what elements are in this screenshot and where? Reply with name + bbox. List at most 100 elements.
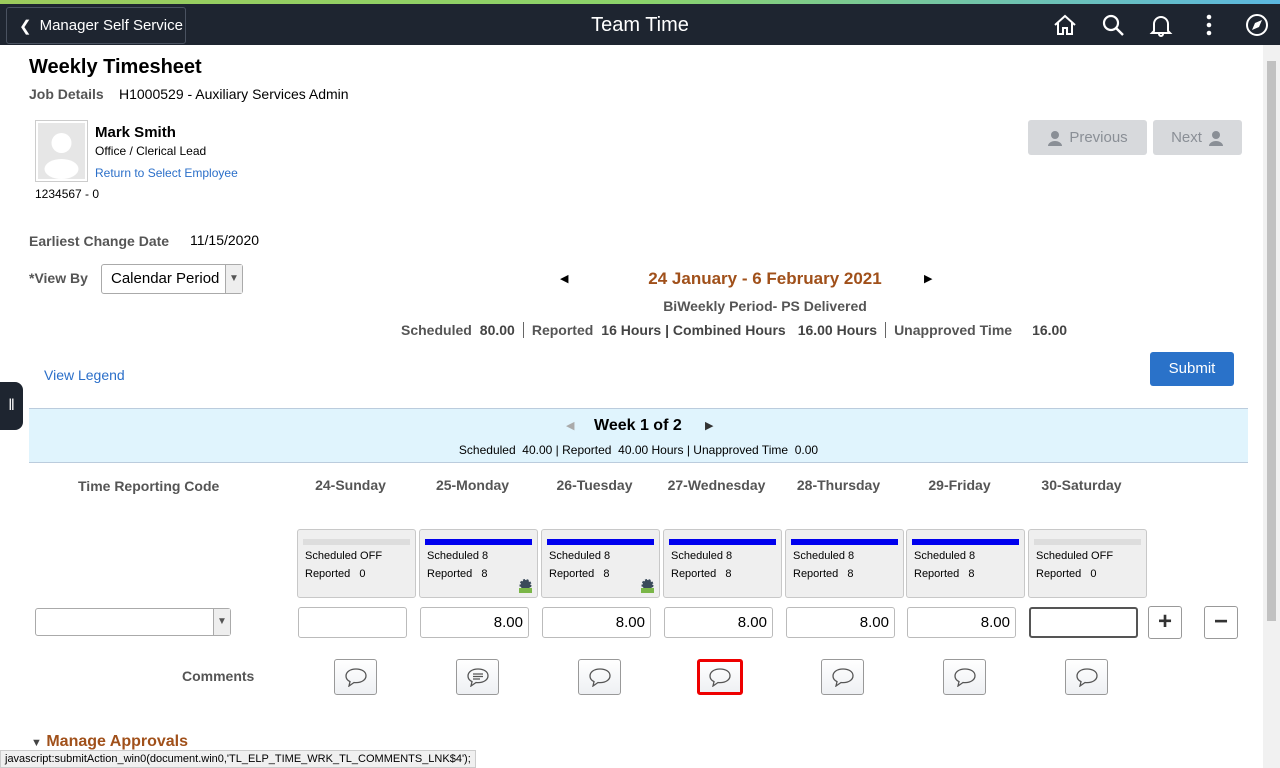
scheduled-label: Scheduled <box>401 322 472 338</box>
day-header: 29-Friday <box>928 477 991 493</box>
minus-icon: − <box>1213 608 1228 635</box>
day-header: 30-Saturday <box>1041 477 1122 493</box>
manage-approvals-toggle[interactable]: ▼ Manage Approvals <box>31 733 188 751</box>
manage-approvals-label: Manage Approvals <box>46 733 189 750</box>
trc-header: Time Reporting Code <box>78 478 220 494</box>
search-icon[interactable] <box>1100 12 1126 38</box>
bell-icon[interactable] <box>1148 12 1174 38</box>
day-summary-card: Scheduled 8 Reported 8 <box>419 529 538 598</box>
earliest-change-value: 11/15/2020 <box>190 232 260 248</box>
reported-value: 16 Hours | Combined Hours <box>601 322 786 338</box>
reported-label: Reported <box>522 322 593 338</box>
scheduled-text: Scheduled 8 <box>427 550 489 562</box>
period-summary: Scheduled 80.00 Reported 16 Hours | Comb… <box>401 322 1067 338</box>
comment-button[interactable] <box>456 659 499 695</box>
day-summary-card: Scheduled 8 Reported 8 <box>541 529 660 598</box>
add-row-button[interactable]: + <box>1148 606 1182 639</box>
plus-icon: + <box>1157 608 1172 635</box>
person-icon <box>1048 130 1063 146</box>
trc-select[interactable]: ▼ <box>35 608 231 636</box>
scrollbar[interactable] <box>1263 45 1280 768</box>
day-summary-card: Scheduled OFF Reported 0 <box>297 529 416 598</box>
comment-icon <box>831 668 854 687</box>
previous-label: Previous <box>1069 129 1128 146</box>
schedule-bar <box>669 539 776 545</box>
scheduled-value: 80.00 <box>479 322 515 338</box>
chevron-down-icon: ▼ <box>213 609 230 635</box>
next-button[interactable]: Next <box>1153 120 1242 155</box>
day-summary-card: Scheduled 8 Reported 8 <box>785 529 904 598</box>
next-label: Next <box>1171 129 1202 146</box>
gear-icon[interactable] <box>518 579 533 594</box>
comment-text-icon <box>466 668 489 687</box>
reported-text: Reported 8 <box>914 568 975 580</box>
comment-icon <box>344 668 367 687</box>
schedule-bar <box>303 539 410 545</box>
day-header: 24-Sunday <box>315 477 386 493</box>
comment-icon <box>709 668 731 687</box>
submit-button[interactable]: Submit <box>1150 352 1234 386</box>
comment-button[interactable] <box>334 659 377 695</box>
reported-text: Reported 8 <box>793 568 854 580</box>
person-icon <box>1208 130 1223 146</box>
scheduled-text: Scheduled 8 <box>793 550 855 562</box>
hours-input[interactable]: 8.00 <box>907 607 1016 638</box>
view-by-label: *View By <box>29 270 88 286</box>
hours-input[interactable] <box>298 607 407 638</box>
schedule-bar <box>1034 539 1141 545</box>
job-details-value: H1000529 - Auxiliary Services Admin <box>119 86 349 102</box>
next-week-icon[interactable]: ▶ <box>705 419 713 432</box>
hours-input[interactable]: 8.00 <box>420 607 529 638</box>
next-period-icon[interactable]: ▶ <box>924 272 932 285</box>
comment-button[interactable] <box>1065 659 1108 695</box>
comment-button[interactable] <box>821 659 864 695</box>
period-subtitle: BiWeekly Period- PS Delivered <box>663 298 867 314</box>
period-title: 24 January - 6 February 2021 <box>648 269 882 288</box>
app-title: Team Time <box>591 14 689 36</box>
employee-id: 1234567 - 0 <box>35 187 100 201</box>
scrollbar-thumb[interactable] <box>1267 61 1276 621</box>
employee-title: Office / Clerical Lead <box>95 144 207 158</box>
comment-button[interactable] <box>578 659 621 695</box>
comment-button[interactable] <box>697 659 743 695</box>
compass-icon[interactable] <box>1244 12 1270 38</box>
employee-name: Mark Smith <box>95 124 176 141</box>
hours-input[interactable]: 8.00 <box>786 607 895 638</box>
reported-text: Reported 8 <box>671 568 732 580</box>
prev-week-icon[interactable]: ◀ <box>566 419 574 432</box>
unapproved-value: 16.00 <box>1032 322 1068 338</box>
hours-input[interactable]: 8.00 <box>542 607 651 638</box>
week-summary: Scheduled 40.00 | Reported 40.00 Hours |… <box>458 443 819 457</box>
unapproved-label: Unapproved Time <box>885 322 1012 338</box>
day-header: 26-Tuesday <box>556 477 633 493</box>
day-header: 25-Monday <box>435 477 510 493</box>
status-bar: javascript:submitAction_win0(document.wi… <box>0 750 476 768</box>
hours-input[interactable] <box>1029 607 1138 638</box>
side-panel-toggle[interactable]: ‖ <box>0 382 23 430</box>
scheduled-text: Scheduled 8 <box>914 550 976 562</box>
more-vertical-icon[interactable] <box>1196 12 1222 38</box>
day-header: 28-Thursday <box>796 477 881 493</box>
earliest-change-label: Earliest Change Date <box>29 233 170 249</box>
gear-icon[interactable] <box>640 579 655 594</box>
scheduled-text: Scheduled 8 <box>671 550 733 562</box>
day-summary-card: Scheduled OFF Reported 0 <box>1028 529 1147 598</box>
previous-button[interactable]: Previous <box>1028 120 1147 155</box>
schedule-bar <box>547 539 654 545</box>
comment-button[interactable] <box>943 659 986 695</box>
comment-icon <box>1075 668 1098 687</box>
reported-text: Reported 0 <box>305 568 366 580</box>
reported-text: Reported 0 <box>1036 568 1097 580</box>
week-title: Week 1 of 2 <box>594 417 682 434</box>
page-title: Weekly Timesheet <box>29 56 202 78</box>
view-legend-link[interactable]: View Legend <box>44 367 125 383</box>
hours-input[interactable]: 8.00 <box>664 607 773 638</box>
caret-down-icon: ▼ <box>31 737 42 749</box>
avatar <box>35 120 88 182</box>
return-to-select-employee-link[interactable]: Return to Select Employee <box>95 166 238 180</box>
home-icon[interactable] <box>1052 12 1078 38</box>
comment-icon <box>953 668 976 687</box>
view-by-select[interactable]: Calendar Period ▼ <box>101 264 243 294</box>
scheduled-text: Scheduled 8 <box>549 550 611 562</box>
delete-row-button[interactable]: − <box>1204 606 1238 639</box>
